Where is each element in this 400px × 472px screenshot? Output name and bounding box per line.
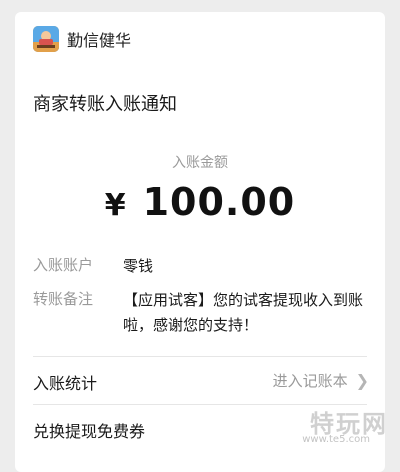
app-logo-icon bbox=[33, 26, 59, 52]
ledger-link-label: 进入记账本 bbox=[272, 372, 348, 390]
app-header[interactable]: 勤信健华 bbox=[33, 26, 131, 52]
notification-card: 勤信健华 商家转账入账通知 入账金额 ¥100.00 入账账户 零钱 转账备注 … bbox=[15, 12, 385, 472]
app-name: 勤信健华 bbox=[67, 31, 132, 50]
currency-symbol: ¥ bbox=[104, 188, 127, 223]
notice-title: 商家转账入账通知 bbox=[33, 94, 177, 115]
stats-label[interactable]: 入账统计 bbox=[33, 370, 97, 394]
detail-value: 【应用试客】您的试客提现收入到账啦，感谢您的支持！ bbox=[123, 291, 364, 334]
amount-display: ¥100.00 bbox=[15, 180, 385, 224]
amount-value: 100.00 bbox=[142, 180, 296, 224]
divider bbox=[33, 356, 367, 357]
detail-key: 转账备注 bbox=[33, 290, 94, 308]
detail-key: 入账账户 bbox=[33, 256, 94, 274]
detail-value: 零钱 bbox=[123, 257, 154, 275]
ledger-link[interactable]: 进入记账本 ❯ bbox=[273, 370, 369, 391]
watermark-url: www.te5.com bbox=[302, 434, 370, 445]
amount-label: 入账金额 bbox=[172, 155, 228, 171]
chevron-right-icon: ❯ bbox=[355, 371, 369, 390]
coupon-entry[interactable]: 兑换提现免费券 bbox=[33, 418, 145, 442]
